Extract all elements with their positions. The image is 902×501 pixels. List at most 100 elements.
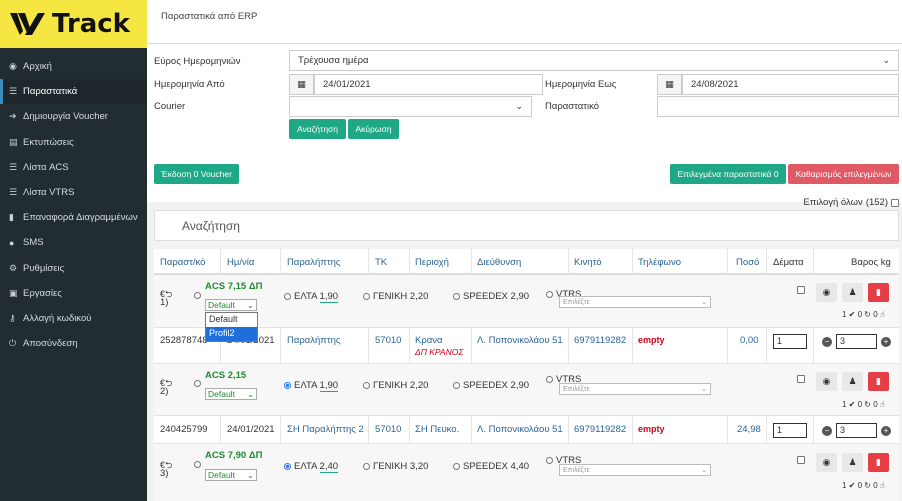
- weight-input[interactable]: 3: [836, 423, 877, 438]
- col-header-address[interactable]: Διεύθυνση: [477, 257, 521, 268]
- radio-icon[interactable]: [546, 290, 553, 298]
- cell-address[interactable]: Λ. Ποπονικολάου 51: [477, 335, 563, 346]
- date-range-select[interactable]: Τρέχουσα ημέρα ⌄: [289, 50, 899, 71]
- parcels-input[interactable]: 1: [773, 423, 807, 438]
- sidebar-item-change-password[interactable]: ⚷ Αλλαγή κωδικού: [0, 306, 147, 331]
- acs-radio[interactable]: [194, 380, 201, 387]
- plus-icon[interactable]: +: [881, 337, 891, 347]
- acs-radio[interactable]: [194, 292, 201, 299]
- col-header-amount[interactable]: Ποσό: [736, 257, 759, 268]
- user-icon[interactable]: ♟: [842, 283, 863, 302]
- sidebar-item-tasks[interactable]: ▣ Εργασίες: [0, 281, 147, 306]
- radio-icon[interactable]: [284, 462, 291, 470]
- cell-mobile[interactable]: 6979119282: [574, 424, 626, 435]
- document-input[interactable]: [657, 96, 899, 117]
- profile-select[interactable]: Default ⌄: [205, 469, 257, 481]
- courier-option-speedex[interactable]: SPEEDEX 2,90: [453, 380, 529, 391]
- courier-option-elta[interactable]: ΕΛΤΑ 1,90: [284, 291, 339, 303]
- courier-select[interactable]: ⌄: [289, 96, 532, 117]
- col-header-recipient[interactable]: Παραλήπτης: [287, 257, 340, 268]
- sidebar-item-logout[interactable]: ⏻ Αποσύνδεση: [0, 331, 147, 356]
- parcels-input[interactable]: 1: [773, 334, 807, 349]
- cell-address[interactable]: Λ. Ποπονικολάου 51: [477, 424, 563, 435]
- sidebar-item-home[interactable]: ◉ Αρχική: [0, 54, 147, 79]
- trash-icon[interactable]: ▮: [868, 283, 889, 302]
- courier-option-speedex[interactable]: SPEEDEX 4,40: [453, 461, 529, 472]
- cell-recipient[interactable]: Παραλήπτης: [287, 335, 340, 346]
- radio-icon[interactable]: [284, 381, 291, 389]
- col-header-tk[interactable]: ΤΚ: [375, 257, 387, 268]
- calendar-icon[interactable]: ▦: [657, 74, 682, 95]
- col-header-mobile[interactable]: Κινητό: [574, 257, 602, 268]
- cell-recipient[interactable]: ΣΗ Παραλήπτης 2: [287, 424, 364, 435]
- search-input[interactable]: Αναζήτηση: [154, 210, 899, 241]
- courier-option-elta[interactable]: ΕΛΤΑ 1,90: [284, 380, 339, 392]
- radio-icon[interactable]: [546, 375, 553, 383]
- clear-selected-button[interactable]: Καθαρισμός επιλεγμένων: [788, 164, 899, 184]
- sidebar-item-vtrs-list[interactable]: ☰ Λίστα VTRS: [0, 180, 147, 205]
- courier-option-elta[interactable]: ΕΛΤΑ 2,40: [284, 461, 339, 473]
- dropdown-option-default[interactable]: Default: [206, 313, 257, 327]
- date-to-input[interactable]: 24/08/2021: [682, 74, 899, 95]
- radio-icon[interactable]: [363, 462, 370, 470]
- radio-icon[interactable]: [363, 292, 370, 300]
- eye-icon[interactable]: ◉: [816, 283, 837, 302]
- radio-icon[interactable]: [453, 462, 460, 470]
- courier-option-speedex[interactable]: SPEEDEX 2,90: [453, 291, 529, 302]
- cell-mobile[interactable]: 6979119282: [574, 335, 626, 346]
- select-all-checkbox[interactable]: [891, 198, 899, 207]
- row-select-checkbox[interactable]: [797, 286, 805, 294]
- profile-dropdown[interactable]: Default Profil2: [205, 312, 258, 342]
- dropdown-option-profil2[interactable]: Profil2: [206, 327, 257, 341]
- col-header-area[interactable]: Περιοχή: [415, 257, 449, 268]
- cancel-button[interactable]: Ακύρωση: [348, 119, 399, 139]
- brand-logo[interactable]: Track: [0, 0, 147, 48]
- sidebar-item-prints[interactable]: ▤ Εκτυπώσεις: [0, 130, 147, 155]
- eye-icon[interactable]: ◉: [816, 453, 837, 472]
- weight-input[interactable]: 3: [836, 334, 877, 349]
- row-select-checkbox[interactable]: [797, 375, 805, 383]
- issue-voucher-button[interactable]: Έκδοση 0 Voucher: [154, 164, 239, 184]
- sidebar-item-acs-list[interactable]: ☰ Λίστα ACS: [0, 155, 147, 180]
- courier-option-geniki[interactable]: ΓΕΝΙΚΗ 2,20: [363, 380, 428, 391]
- search-button[interactable]: Αναζήτηση: [289, 119, 346, 139]
- cell-area[interactable]: ΣΗ Πευκο.: [415, 424, 459, 435]
- sidebar-item-documents[interactable]: ☰ Παραστατικά: [0, 79, 147, 105]
- radio-icon[interactable]: [453, 381, 460, 389]
- acs-radio[interactable]: [194, 461, 201, 468]
- row-select-checkbox[interactable]: [797, 456, 805, 464]
- radio-icon[interactable]: [453, 292, 460, 300]
- minus-icon[interactable]: −: [822, 337, 832, 347]
- eye-icon[interactable]: ◉: [816, 372, 837, 391]
- date-from-input[interactable]: 24/01/2021: [314, 74, 543, 95]
- sidebar-item-sms[interactable]: ● SMS: [0, 230, 147, 255]
- profile-select[interactable]: Default ⌄: [205, 299, 257, 311]
- col-header-phone[interactable]: Τηλέφωνο: [638, 257, 681, 268]
- user-icon[interactable]: ♟: [842, 372, 863, 391]
- profile-select[interactable]: Default ⌄: [205, 388, 257, 400]
- courier-option-geniki[interactable]: ΓΕΝΙΚΗ 2,20: [363, 291, 428, 302]
- radio-icon[interactable]: [546, 456, 553, 464]
- vtrs-select[interactable]: Επιλέξτε ⌄: [559, 464, 711, 476]
- trash-icon[interactable]: ▮: [868, 372, 889, 391]
- sidebar-item-settings[interactable]: ⚙ Ρυθμίσεις: [0, 256, 147, 281]
- user-icon[interactable]: ♟: [842, 453, 863, 472]
- select-all[interactable]: Επιλογή όλων (152): [803, 197, 899, 208]
- radio-icon[interactable]: [363, 381, 370, 389]
- vtrs-select[interactable]: Επιλέξτε ⌄: [559, 383, 711, 395]
- sidebar-item-create-voucher[interactable]: ➔ Δημιουργία Voucher: [0, 104, 147, 129]
- radio-icon[interactable]: [284, 292, 291, 300]
- col-header-date[interactable]: Ημ/νία: [227, 257, 254, 268]
- cell-tk[interactable]: 57010: [375, 424, 401, 435]
- minus-icon[interactable]: −: [822, 426, 832, 436]
- calendar-icon[interactable]: ▦: [289, 74, 314, 95]
- trash-icon[interactable]: ▮: [868, 453, 889, 472]
- courier-option-geniki[interactable]: ΓΕΝΙΚΗ 3,20: [363, 461, 428, 472]
- cell-area[interactable]: Κρανα: [415, 335, 442, 346]
- cell-tk[interactable]: 57010: [375, 335, 401, 346]
- vtrs-select[interactable]: Επιλέξτε ⌄: [559, 296, 711, 308]
- sidebar-item-restore-deleted[interactable]: ▮ Επαναφορά Διαγραμμένων: [0, 205, 147, 230]
- selected-documents-button[interactable]: Επιλεγμένα παραστατικά 0: [670, 164, 786, 184]
- col-header-document[interactable]: Παραστ/κό: [160, 257, 205, 268]
- plus-icon[interactable]: +: [881, 426, 891, 436]
